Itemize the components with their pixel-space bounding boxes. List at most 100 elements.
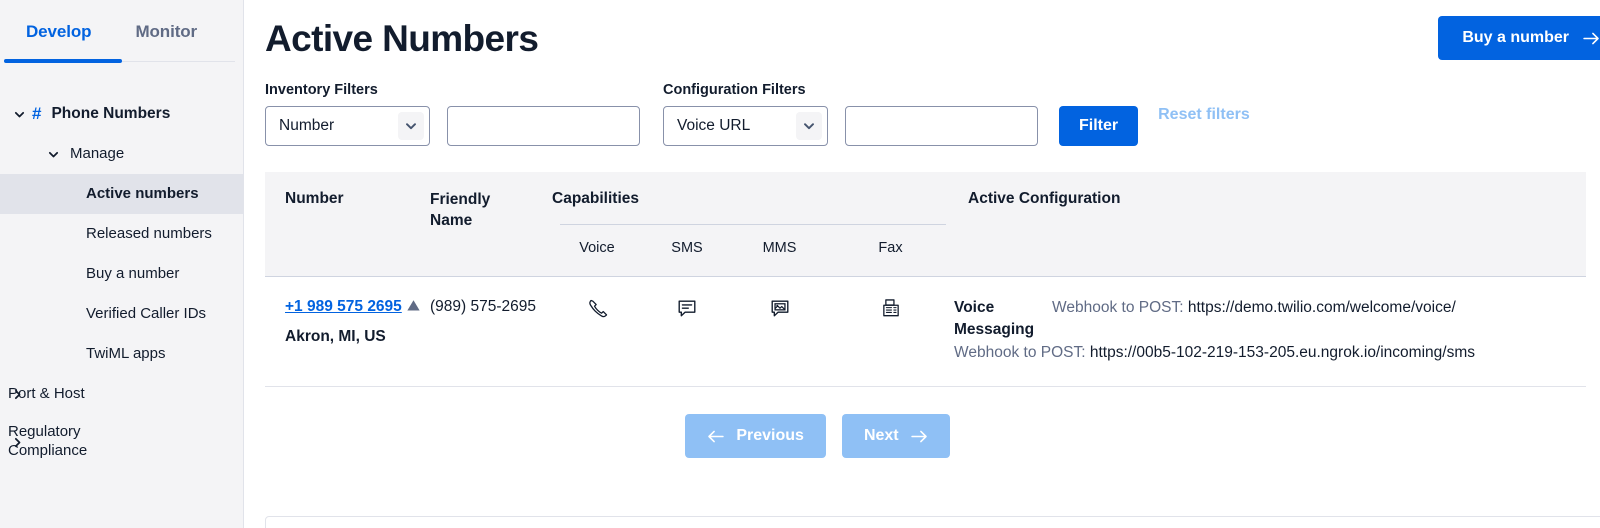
configuration-filters-group: Configuration Filters Voice URL	[663, 82, 1038, 146]
reset-filters-link[interactable]: Reset filters	[1158, 104, 1250, 124]
chevron-down-icon	[10, 109, 28, 120]
phone-number-link[interactable]: +1 989 575 2695	[285, 298, 402, 315]
column-header-number: Number	[265, 172, 430, 232]
buy-a-number-button[interactable]: Buy a number	[1438, 16, 1600, 60]
config-method-voice: Webhook to POST:	[1052, 298, 1184, 316]
previous-page-button[interactable]: Previous	[685, 414, 826, 459]
chat-bubble-icon	[642, 297, 732, 319]
sidebar-item-port-and-host[interactable]: Port & Host	[0, 374, 243, 414]
sidebar-item-label: Port & Host	[8, 384, 85, 402]
configuration-filter-input[interactable]	[845, 106, 1038, 146]
active-tab-underline	[4, 59, 122, 63]
flag-icon	[406, 299, 421, 312]
next-section-card	[265, 516, 1600, 528]
column-header-friendly-name-label: Friendly Name	[430, 191, 491, 229]
next-page-label: Next	[863, 427, 899, 445]
page-title: Active Numbers	[265, 18, 539, 59]
cell-capability-fax	[827, 276, 954, 388]
sidebar-item-label: Released numbers	[86, 224, 212, 242]
sidebar-item-label: TwiML apps	[86, 344, 166, 362]
filter-button[interactable]: Filter	[1059, 106, 1139, 146]
sidebar-item-active-numbers[interactable]: Active numbers	[0, 174, 243, 214]
page-header: Active Numbers Buy a number	[244, 0, 1600, 60]
sidebar: Develop Monitor # Phone Numbers Manage A…	[0, 0, 244, 528]
table-subheader-row: Voice SMS MMS Fax	[265, 231, 1586, 276]
sidebar-item-label: Buy a number	[86, 264, 180, 282]
column-header-active-configuration-label: Active Configuration	[968, 190, 1121, 207]
subcolumn-header-mms: MMS	[732, 231, 827, 276]
sidebar-nav: # Phone Numbers Manage Active numbers Re…	[0, 62, 243, 462]
subheader-blank-config	[954, 231, 1586, 276]
tab-monitor-label: Monitor	[135, 22, 198, 41]
table-head: Number Friendly Name Capabilities Active…	[265, 172, 1586, 276]
number-location: Akron, MI, US	[285, 327, 386, 345]
next-page-button[interactable]: Next	[841, 414, 950, 459]
sidebar-item-label: Phone Numbers	[51, 105, 171, 123]
subheader-blank-friendly	[430, 231, 552, 276]
sidebar-tabs: Develop Monitor	[0, 0, 243, 63]
capabilities-underline	[560, 224, 946, 225]
sidebar-item-label: Active numbers	[86, 184, 199, 202]
cell-capability-mms	[732, 276, 827, 388]
subcolumn-header-voice: Voice	[552, 231, 642, 276]
inventory-filter-select-value: Number	[279, 117, 335, 134]
config-line-messaging-type: Messaging	[954, 319, 1586, 341]
tab-develop-label: Develop	[26, 22, 92, 41]
config-line-voice: Voice Webhook to POST: https://demo.twili…	[954, 297, 1586, 319]
chevron-down-icon[interactable]	[398, 112, 424, 140]
subcolumn-header-sms: SMS	[642, 231, 732, 276]
main-content: Active Numbers Buy a number Inventory Fi…	[244, 0, 1600, 528]
sidebar-item-phone-numbers[interactable]: # Phone Numbers	[0, 94, 243, 134]
configuration-filter-select-value: Voice URL	[677, 117, 751, 134]
column-header-capabilities-label: Capabilities	[552, 190, 639, 207]
cell-active-configuration: Voice Webhook to POST: https://demo.twili…	[954, 276, 1586, 388]
arrow-right-icon	[910, 430, 928, 443]
fax-icon	[827, 297, 954, 319]
active-numbers-table-wrap: Number Friendly Name Capabilities Active…	[265, 172, 1600, 459]
column-header-active-configuration: Active Configuration	[954, 172, 1586, 232]
column-header-capabilities: Capabilities	[552, 172, 954, 232]
inventory-filter-select[interactable]: Number	[265, 106, 430, 146]
config-method-messaging: Webhook to POST:	[954, 343, 1086, 361]
hash-icon: #	[32, 104, 42, 123]
table-body: +1 989 575 2695 Akron, MI, US (989) 575-…	[265, 275, 1586, 388]
configuration-filters-label: Configuration Filters	[663, 82, 806, 98]
friendly-name-value: (989) 575-2695	[430, 297, 536, 315]
cell-friendly-name: (989) 575-2695	[430, 276, 552, 388]
config-url-voice: https://demo.twilio.com/welcome/voice/	[1187, 298, 1456, 316]
buy-a-number-button-label: Buy a number	[1462, 29, 1569, 46]
cell-capability-voice	[552, 276, 642, 388]
config-type-messaging: Messaging	[954, 321, 1035, 339]
phone-icon	[552, 297, 642, 319]
config-line-messaging: Webhook to POST: https://00b5-102-219-15…	[954, 342, 1586, 364]
config-type-voice: Voice	[954, 298, 995, 316]
sidebar-item-label: Regulatory Compliance	[8, 423, 88, 459]
table-header-row: Number Friendly Name Capabilities Active…	[265, 172, 1586, 232]
pagination: Previous Next	[265, 414, 1600, 459]
config-url-messaging: https://00b5-102-219-153-205.eu.ngrok.io…	[1089, 343, 1475, 361]
sidebar-item-twiml-apps[interactable]: TwiML apps	[0, 334, 243, 374]
inventory-filters-row: Number	[265, 106, 640, 146]
configuration-filters-row: Voice URL	[663, 106, 1038, 146]
chevron-down-icon	[44, 149, 62, 160]
previous-page-label: Previous	[736, 427, 804, 445]
sidebar-item-label: Manage	[70, 144, 125, 162]
inventory-filters-label: Inventory Filters	[265, 82, 378, 98]
chevron-down-icon[interactable]	[796, 112, 822, 140]
cell-capability-sms	[642, 276, 732, 388]
sidebar-item-verified-caller-ids[interactable]: Verified Caller IDs	[0, 294, 243, 334]
tab-monitor[interactable]: Monitor	[113, 0, 219, 60]
sidebar-item-manage[interactable]: Manage	[0, 134, 243, 174]
arrow-left-icon	[707, 430, 725, 443]
filters-bar: Inventory Filters Number Configuration F…	[244, 60, 1600, 146]
cell-number: +1 989 575 2695 Akron, MI, US	[265, 276, 430, 388]
sidebar-item-regulatory-compliance[interactable]: Regulatory Compliance	[0, 422, 243, 462]
inventory-filter-input[interactable]	[447, 106, 640, 146]
console-page: Develop Monitor # Phone Numbers Manage A…	[0, 0, 1600, 528]
tab-develop[interactable]: Develop	[4, 0, 113, 60]
sidebar-item-released-numbers[interactable]: Released numbers	[0, 214, 243, 254]
subcolumn-header-fax: Fax	[827, 231, 954, 276]
configuration-filter-select[interactable]: Voice URL	[663, 106, 828, 146]
sidebar-item-buy-a-number[interactable]: Buy a number	[0, 254, 243, 294]
subheader-blank-number	[265, 231, 430, 276]
